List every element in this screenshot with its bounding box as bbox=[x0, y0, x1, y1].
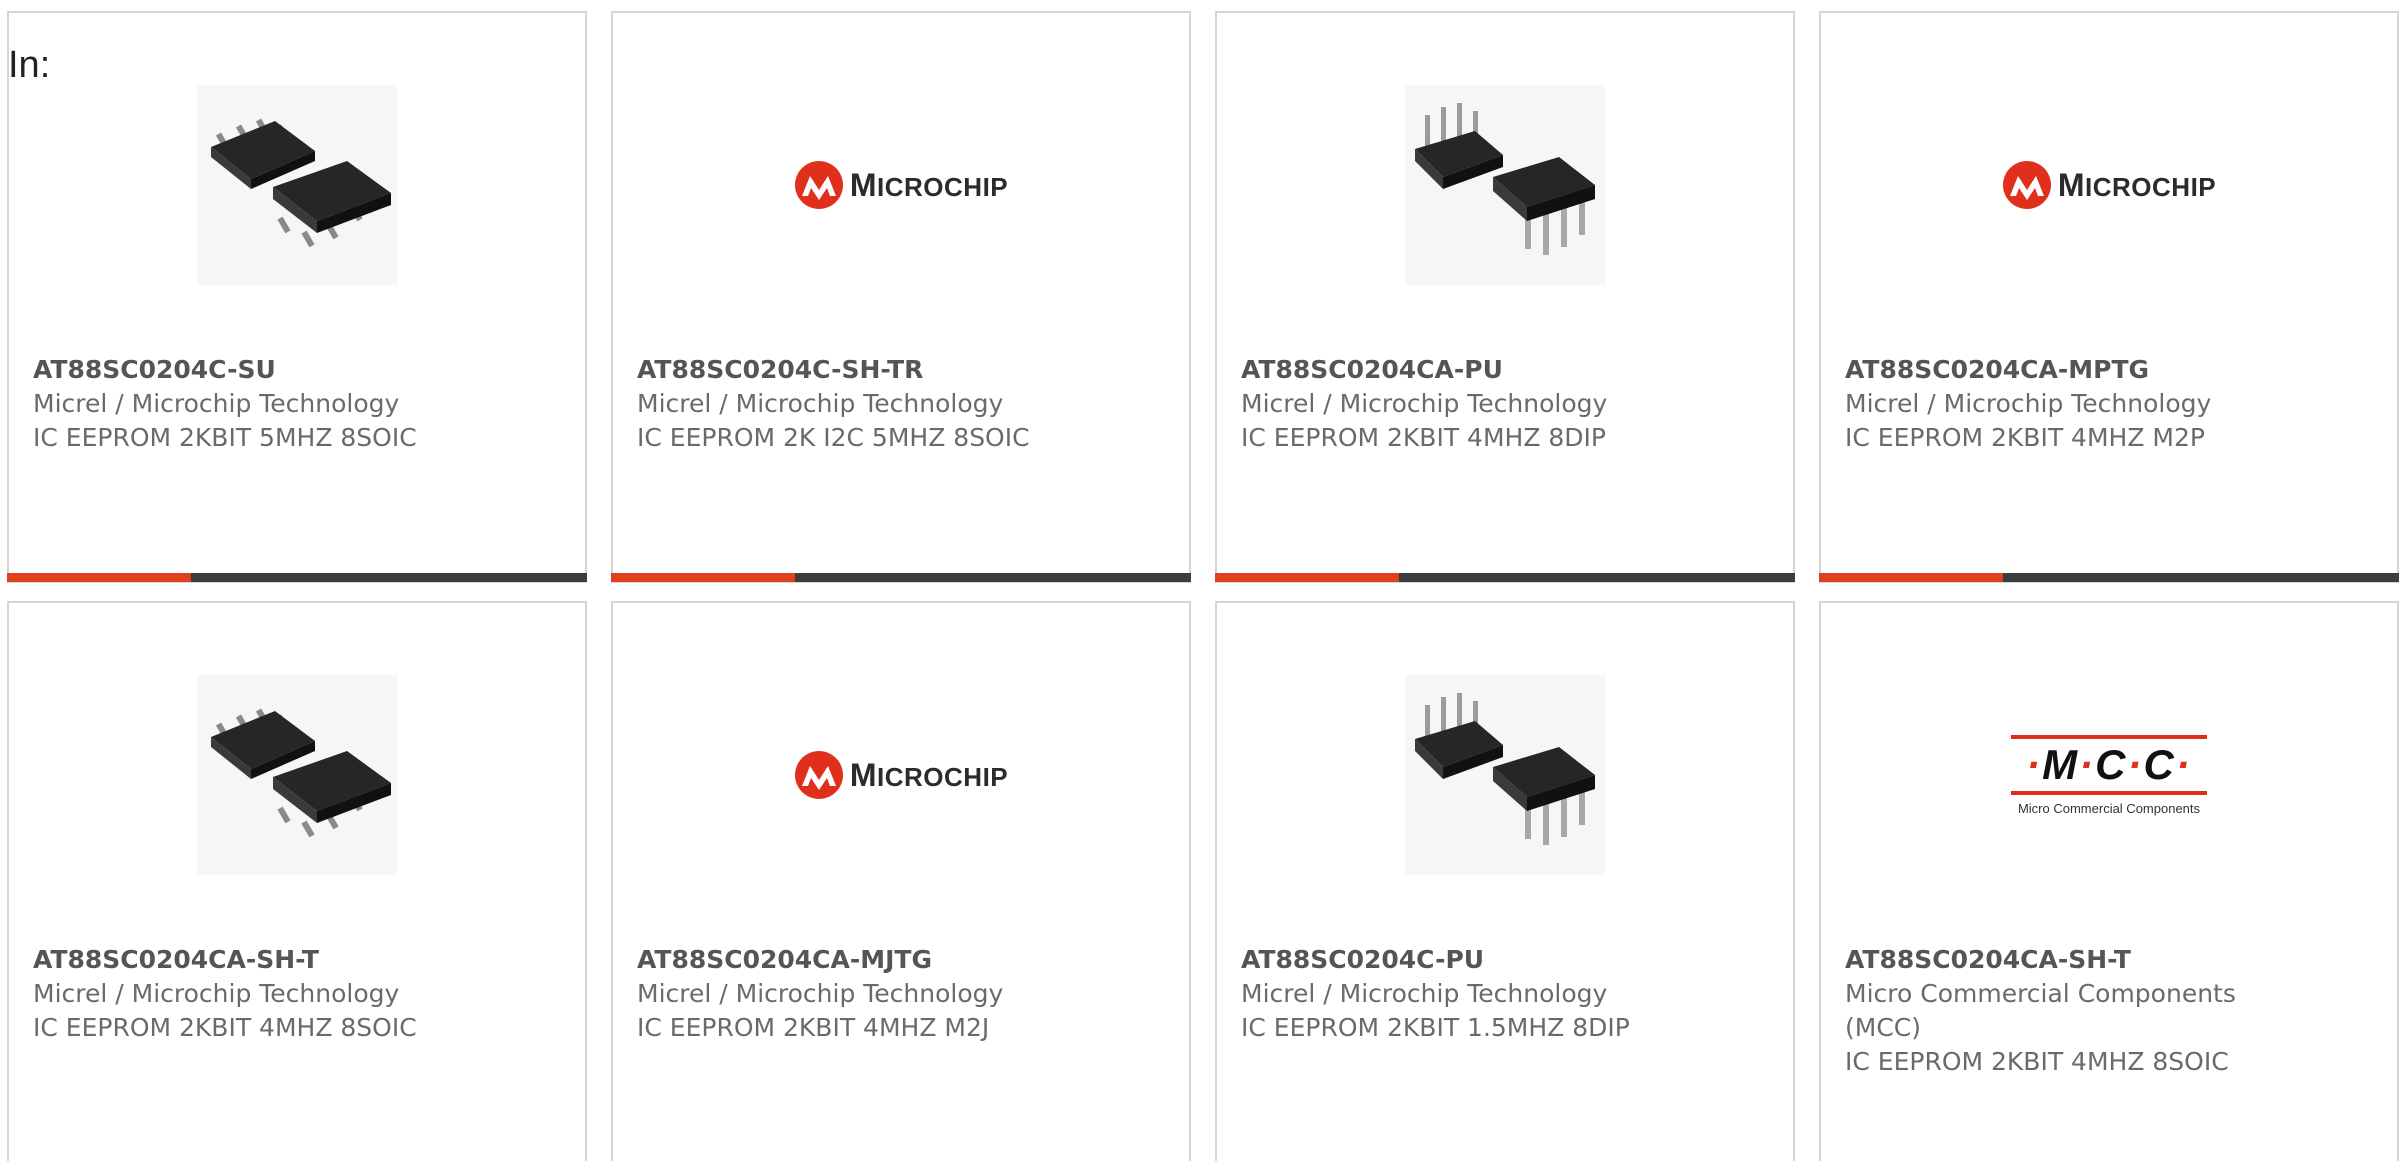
manufacturer: Micrel / Microchip Technology bbox=[33, 979, 400, 1008]
part-number[interactable]: AT88SC0204CA-SH-T bbox=[33, 945, 319, 974]
manufacturer: Micrel / Microchip Technology bbox=[33, 389, 400, 418]
filter-label: In: bbox=[8, 44, 51, 86]
part-number[interactable]: AT88SC0204CA-SH-T bbox=[1845, 945, 2131, 974]
soic-chip-icon bbox=[211, 708, 391, 838]
microchip-logo: MICROCHIP bbox=[2002, 160, 2216, 210]
product-image[interactable]: MICROCHIP bbox=[2002, 85, 2216, 285]
microchip-logo-icon bbox=[794, 161, 843, 209]
description: IC EEPROM 2KBIT 4MHZ 8DIP bbox=[1241, 423, 1607, 452]
description: IC EEPROM 2K I2C 5MHZ 8SOIC bbox=[637, 423, 1030, 452]
manufacturer: Micro Commercial Components (MCC) bbox=[1845, 979, 2236, 1042]
mcc-logo-rule bbox=[2011, 790, 2207, 795]
dip-chip-icon bbox=[1415, 693, 1595, 845]
product-card[interactable]: AT88SC0204CA-PU Micrel / Microchip Techn… bbox=[1215, 11, 1795, 583]
product-card[interactable]: AT88SC0204C-PU Micrel / Microchip Techno… bbox=[1215, 601, 1795, 1161]
product-image[interactable]: MICROCHIP bbox=[794, 675, 1008, 875]
product-image[interactable] bbox=[197, 85, 397, 285]
dip-chip-icon bbox=[1415, 103, 1595, 255]
card-footer-bar bbox=[611, 573, 1191, 582]
manufacturer: Micrel / Microchip Technology bbox=[1241, 979, 1608, 1008]
card-footer-bar bbox=[1819, 573, 2399, 582]
part-number[interactable]: AT88SC0204C-SU bbox=[33, 355, 276, 384]
card-footer-accent bbox=[1819, 573, 2003, 582]
mcc-logo: ·M·C·C· Micro Commercial Components bbox=[2011, 734, 2207, 816]
microchip-logo: MICROCHIP bbox=[794, 160, 1008, 210]
part-number[interactable]: AT88SC0204CA-MPTG bbox=[1845, 355, 2149, 384]
card-footer-bar bbox=[1215, 573, 1795, 582]
product-card[interactable]: MICROCHIP AT88SC0204CA-MPTG Micrel / Mic… bbox=[1819, 11, 2399, 583]
card-footer-bar bbox=[7, 573, 587, 582]
microchip-logo: MICROCHIP bbox=[794, 750, 1008, 800]
microchip-logo-text: MICROCHIP bbox=[849, 166, 1009, 203]
manufacturer: Micrel / Microchip Technology bbox=[637, 979, 1004, 1008]
part-number[interactable]: AT88SC0204CA-PU bbox=[1241, 355, 1503, 384]
description: IC EEPROM 2KBIT 4MHZ M2J bbox=[637, 1013, 990, 1042]
product-image[interactable] bbox=[1405, 85, 1605, 285]
part-number[interactable]: AT88SC0204C-PU bbox=[1241, 945, 1484, 974]
microchip-logo-icon bbox=[2002, 161, 2051, 209]
part-number[interactable]: AT88SC0204CA-MJTG bbox=[637, 945, 932, 974]
mcc-logo-subtitle: Micro Commercial Components bbox=[2017, 800, 2201, 816]
part-number[interactable]: AT88SC0204C-SH-TR bbox=[637, 355, 923, 384]
description: IC EEPROM 2KBIT 4MHZ M2P bbox=[1845, 423, 2205, 452]
description: IC EEPROM 2KBIT 4MHZ 8SOIC bbox=[33, 1013, 417, 1042]
manufacturer: Micrel / Microchip Technology bbox=[1241, 389, 1608, 418]
soic-chip-icon bbox=[211, 118, 391, 248]
mcc-logo-text: ·M·C·C· bbox=[2026, 740, 2192, 788]
product-image[interactable] bbox=[197, 675, 397, 875]
product-grid: AT88SC0204C-SU Micrel / Microchip Techno… bbox=[0, 0, 2400, 1161]
microchip-logo-text: MICROCHIP bbox=[849, 756, 1009, 793]
card-footer-accent bbox=[1215, 573, 1399, 582]
product-image[interactable]: MICROCHIP bbox=[794, 85, 1008, 285]
product-card[interactable]: MICROCHIP AT88SC0204C-SH-TR Micrel / Mic… bbox=[611, 11, 1191, 583]
product-card[interactable]: MICROCHIP AT88SC0204CA-MJTG Micrel / Mic… bbox=[611, 601, 1191, 1161]
card-footer-accent bbox=[7, 573, 191, 582]
microchip-logo-icon bbox=[794, 751, 843, 799]
microchip-logo-text: MICROCHIP bbox=[2057, 166, 2217, 203]
product-image[interactable]: ·M·C·C· Micro Commercial Components bbox=[2009, 675, 2209, 875]
manufacturer: Micrel / Microchip Technology bbox=[1845, 389, 2212, 418]
description: IC EEPROM 2KBIT 1.5MHZ 8DIP bbox=[1241, 1013, 1630, 1042]
product-card[interactable]: AT88SC0204C-SU Micrel / Microchip Techno… bbox=[7, 11, 587, 583]
description: IC EEPROM 2KBIT 4MHZ 8SOIC bbox=[1845, 1047, 2229, 1076]
product-image[interactable] bbox=[1405, 675, 1605, 875]
product-card[interactable]: AT88SC0204CA-SH-T Micrel / Microchip Tec… bbox=[7, 601, 587, 1161]
manufacturer: Micrel / Microchip Technology bbox=[637, 389, 1004, 418]
product-card[interactable]: ·M·C·C· Micro Commercial Components AT88… bbox=[1819, 601, 2399, 1161]
description: IC EEPROM 2KBIT 5MHZ 8SOIC bbox=[33, 423, 417, 452]
card-footer-accent bbox=[611, 573, 795, 582]
